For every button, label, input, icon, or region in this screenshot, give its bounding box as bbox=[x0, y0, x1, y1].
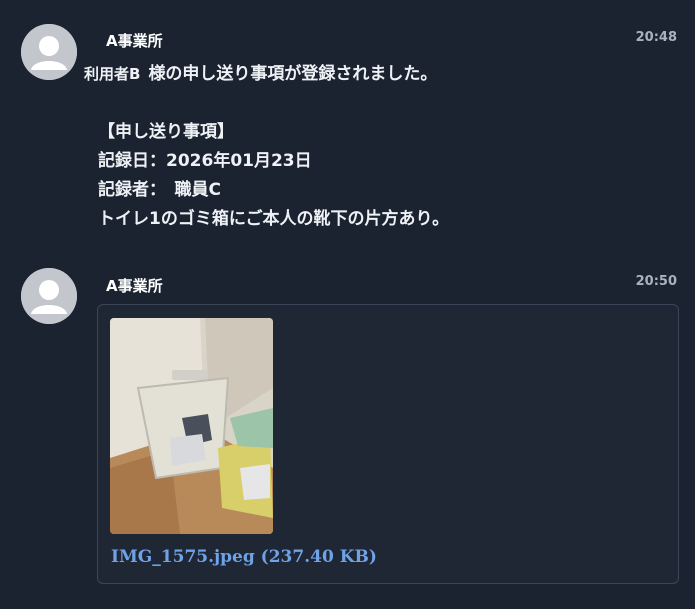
message-time: 20:50 bbox=[635, 274, 677, 289]
message-line: 【申し送り事項】 bbox=[98, 122, 234, 142]
sender-name: A事業所 bbox=[106, 277, 163, 295]
avatar[interactable] bbox=[21, 268, 77, 324]
message-first-line: 利用者B 様の申し送り事項が登録されました。 bbox=[84, 60, 664, 89]
message-line: 記録日：2026年01月23日 bbox=[98, 151, 312, 171]
chat-thread: A事業所 20:48 利用者B 様の申し送り事項が登録されました。 【申し送り事項… bbox=[0, 0, 695, 609]
sender-name: A事業所 bbox=[106, 32, 163, 50]
user-name: 利用者B bbox=[84, 65, 141, 83]
trash-bin-photo bbox=[110, 318, 273, 534]
attachment-file-link[interactable]: IMG_1575.jpeg (237.40 KB) bbox=[111, 547, 377, 567]
message-line: トイレ1のゴミ箱にご本人の靴下の片方あり。 bbox=[98, 209, 450, 229]
message-line: 様の申し送り事項が登録されました。 bbox=[148, 64, 438, 84]
user-silhouette-icon bbox=[21, 268, 77, 324]
attachment-card: IMG_1575.jpeg (237.40 KB) bbox=[97, 304, 679, 584]
message-line: 記録者： 職員C bbox=[98, 180, 221, 200]
message-body: 利用者B 様の申し送り事項が登録されました。 【申し送り事項】 記録日：2026年… bbox=[84, 60, 678, 234]
image-thumbnail[interactable] bbox=[110, 318, 273, 534]
user-silhouette-icon bbox=[21, 24, 77, 80]
avatar[interactable] bbox=[21, 24, 77, 80]
message-time: 20:48 bbox=[635, 30, 677, 45]
